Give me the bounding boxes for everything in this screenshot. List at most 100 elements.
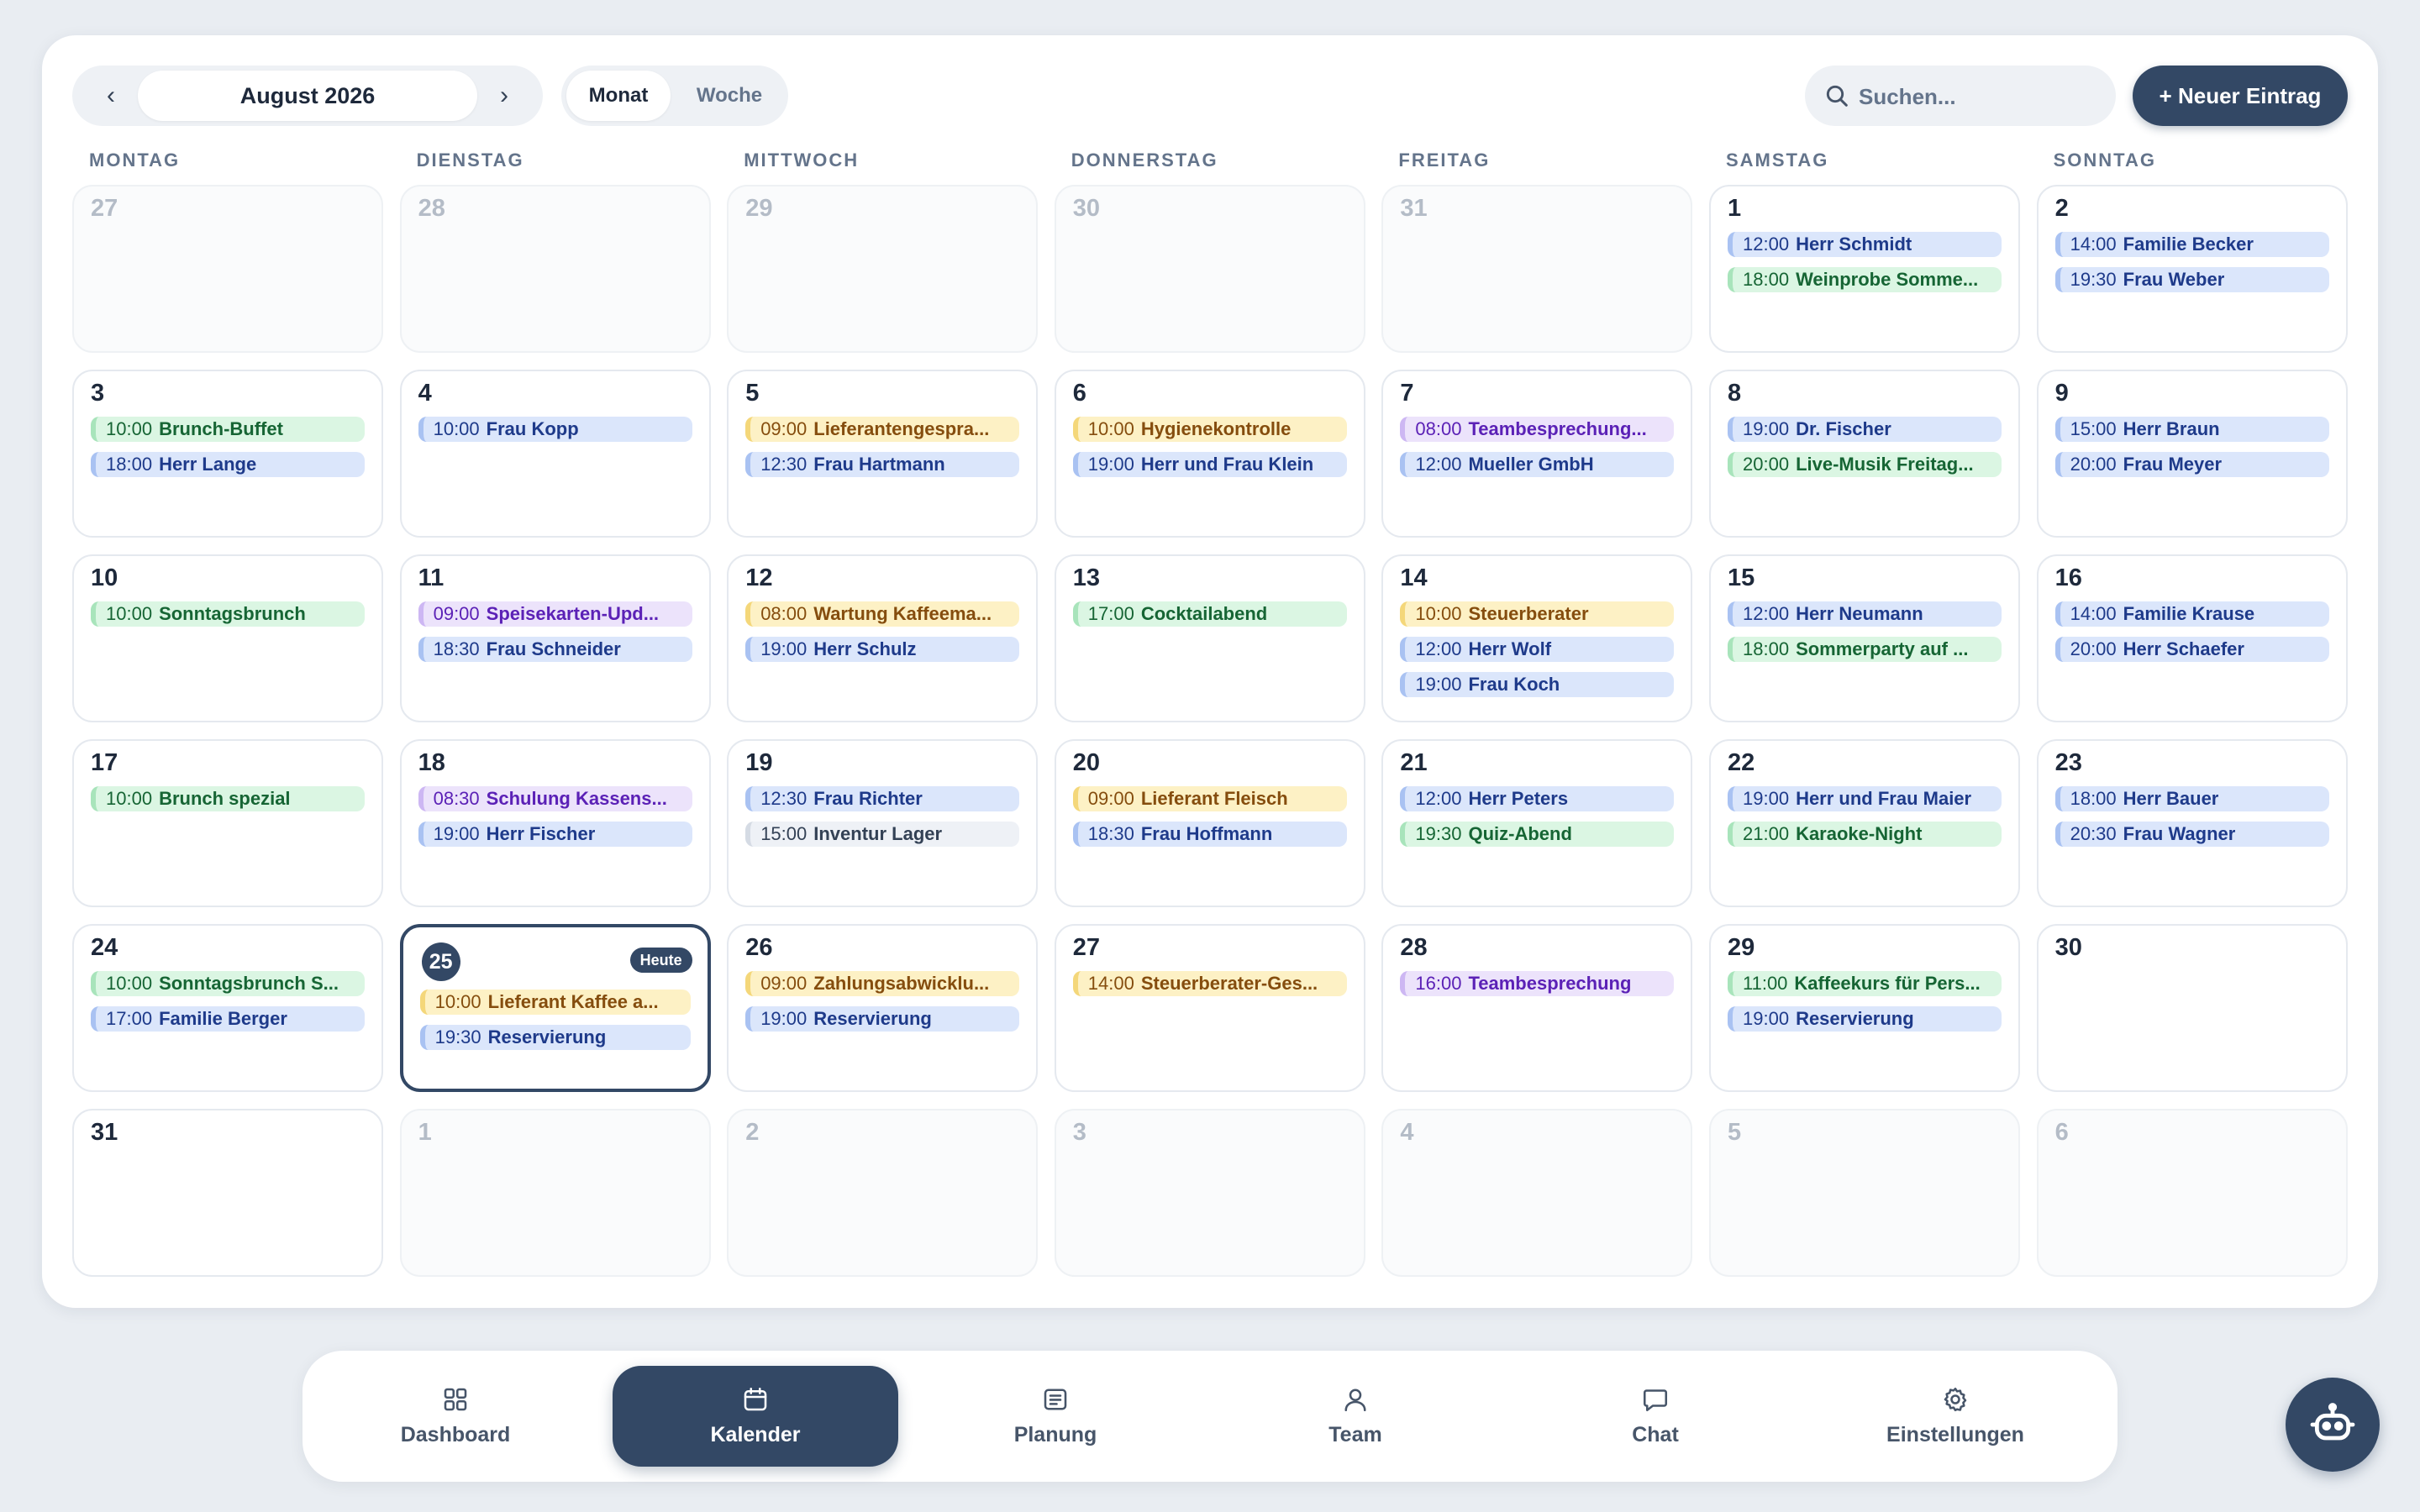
search-input[interactable] <box>1857 66 2104 128</box>
calendar-event[interactable]: 18:00 Herr Lange <box>91 452 365 477</box>
calendar-event[interactable]: 19:00 Dr. Fischer <box>1728 417 2002 442</box>
day-cell[interactable]: 31 <box>72 1109 383 1277</box>
calendar-event[interactable]: 18:30 Frau Schneider <box>418 637 692 662</box>
day-cell[interactable]: 9 15:00 Herr Braun 20:00 Frau Meyer <box>2036 370 2348 538</box>
day-cell[interactable]: 4 10:00 Frau Kopp <box>399 370 711 538</box>
day-cell[interactable]: 21 12:00 Herr Peters 19:30 Quiz-Abend <box>1381 739 1693 907</box>
calendar-event[interactable]: 18:00 Herr Bauer <box>2054 786 2329 811</box>
nav-item-team[interactable]: Team <box>1213 1366 1498 1467</box>
calendar-event[interactable]: 20:00 Herr Schaefer <box>2054 637 2329 662</box>
day-cell[interactable]: 19 12:30 Frau Richter 15:00 Inventur Lager <box>727 739 1039 907</box>
calendar-event[interactable]: 18:00 Weinprobe Somme... <box>1728 267 2002 292</box>
day-cell[interactable]: 6 <box>2036 1109 2348 1277</box>
calendar-event[interactable]: 10:00 Sonntagsbrunch <box>91 601 365 627</box>
view-month-button[interactable]: Monat <box>566 71 671 121</box>
calendar-event[interactable]: 17:00 Familie Berger <box>91 1006 365 1032</box>
calendar-event[interactable]: 09:00 Lieferantengespra... <box>745 417 1020 442</box>
calendar-event[interactable]: 19:30 Quiz-Abend <box>1400 822 1675 847</box>
calendar-event[interactable]: 14:00 Familie Becker <box>2054 232 2329 257</box>
calendar-event[interactable]: 09:00 Lieferant Fleisch <box>1072 786 1347 811</box>
calendar-event[interactable]: 12:00 Herr Neumann <box>1728 601 2002 627</box>
day-cell[interactable]: 7 08:00 Teambesprechung... 12:00 Mueller Gmb… <box>1381 370 1693 538</box>
calendar-event[interactable]: 19:30 Reservierung <box>419 1025 691 1050</box>
day-cell-today[interactable]: 25 Heute 10:00 Lieferant Kaffee a... 19:30 Re… <box>399 924 711 1092</box>
day-cell[interactable]: 2 14:00 Familie Becker 19:30 Frau Weber <box>2036 185 2348 353</box>
nav-item-kalender[interactable]: Kalender <box>613 1366 898 1467</box>
calendar-event[interactable]: 19:00 Herr Fischer <box>418 822 692 847</box>
day-cell[interactable]: 8 19:00 Dr. Fischer 20:00 Live-Musik Freitag… <box>1709 370 2020 538</box>
day-cell[interactable]: 30 <box>2036 924 2348 1092</box>
current-month-label[interactable]: August 2026 <box>138 71 477 121</box>
calendar-event[interactable]: 19:00 Herr Schulz <box>745 637 1020 662</box>
calendar-event[interactable]: 15:00 Inventur Lager <box>745 822 1020 847</box>
calendar-event[interactable]: 19:00 Reservierung <box>1728 1006 2002 1032</box>
nav-item-einstellungen[interactable]: Einstellungen <box>1812 1366 2098 1467</box>
calendar-event[interactable]: 18:30 Frau Hoffmann <box>1072 822 1347 847</box>
day-cell[interactable]: 14 10:00 Steuerberater 12:00 Herr Wolf 19:00 F… <box>1381 554 1693 722</box>
calendar-event[interactable]: 12:00 Herr Peters <box>1400 786 1675 811</box>
day-cell[interactable]: 15 12:00 Herr Neumann 18:00 Sommerparty auf … <box>1709 554 2020 722</box>
calendar-event[interactable]: 10:00 Hygienekontrolle <box>1072 417 1347 442</box>
day-cell[interactable]: 17 10:00 Brunch spezial <box>72 739 383 907</box>
calendar-event[interactable]: 12:00 Herr Wolf <box>1400 637 1675 662</box>
calendar-event[interactable]: 08:00 Teambesprechung... <box>1400 417 1675 442</box>
calendar-event[interactable]: 10:00 Steuerberater <box>1400 601 1675 627</box>
day-cell[interactable]: 6 10:00 Hygienekontrolle 19:00 Herr und Frau… <box>1054 370 1365 538</box>
new-entry-button[interactable]: + Neuer Eintrag <box>2133 66 2348 126</box>
day-cell[interactable]: 1 12:00 Herr Schmidt 18:00 Weinprobe Somme..… <box>1709 185 2020 353</box>
calendar-event[interactable]: 19:00 Herr und Frau Klein <box>1072 452 1347 477</box>
calendar-event[interactable]: 12:00 Herr Schmidt <box>1728 232 2002 257</box>
calendar-event[interactable]: 10:00 Frau Kopp <box>418 417 692 442</box>
day-cell[interactable]: 22 19:00 Herr und Frau Maier 21:00 Karaoke-N… <box>1709 739 2020 907</box>
calendar-event[interactable]: 10:00 Lieferant Kaffee a... <box>419 990 691 1015</box>
day-cell[interactable]: 30 <box>1054 185 1365 353</box>
calendar-event[interactable]: 10:00 Sonntagsbrunch S... <box>91 971 365 996</box>
calendar-event[interactable]: 08:00 Wartung Kaffeema... <box>745 601 1020 627</box>
day-cell[interactable]: 1 <box>399 1109 711 1277</box>
calendar-event[interactable]: 14:00 Familie Krause <box>2054 601 2329 627</box>
calendar-event[interactable]: 20:00 Live-Musik Freitag... <box>1728 452 2002 477</box>
day-cell[interactable]: 28 16:00 Teambesprechung <box>1381 924 1693 1092</box>
calendar-event[interactable]: 19:30 Frau Weber <box>2054 267 2329 292</box>
day-cell[interactable]: 10 10:00 Sonntagsbrunch <box>72 554 383 722</box>
day-cell[interactable]: 4 <box>1381 1109 1693 1277</box>
day-cell[interactable]: 2 <box>727 1109 1039 1277</box>
day-cell[interactable]: 13 17:00 Cocktailabend <box>1054 554 1365 722</box>
day-cell[interactable]: 3 10:00 Brunch-Buffet 18:00 Herr Lange <box>72 370 383 538</box>
day-cell[interactable]: 11 09:00 Speisekarten-Upd... 18:30 Frau Schn… <box>399 554 711 722</box>
calendar-event[interactable]: 14:00 Steuerberater-Ges... <box>1072 971 1347 996</box>
calendar-event[interactable]: 08:30 Schulung Kassens... <box>418 786 692 811</box>
calendar-event[interactable]: 10:00 Brunch-Buffet <box>91 417 365 442</box>
day-cell[interactable]: 26 09:00 Zahlungsabwicklu... 19:00 Reservier… <box>727 924 1039 1092</box>
calendar-event[interactable]: 16:00 Teambesprechung <box>1400 971 1675 996</box>
day-cell[interactable]: 29 <box>727 185 1039 353</box>
nav-item-dashboard[interactable]: Dashboard <box>313 1366 598 1467</box>
calendar-event[interactable]: 21:00 Karaoke-Night <box>1728 822 2002 847</box>
calendar-event[interactable]: 09:00 Zahlungsabwicklu... <box>745 971 1020 996</box>
day-cell[interactable]: 20 09:00 Lieferant Fleisch 18:30 Frau Hoffma… <box>1054 739 1365 907</box>
next-month-button[interactable]: › <box>474 66 534 126</box>
day-cell[interactable]: 27 <box>72 185 383 353</box>
day-cell[interactable]: 31 <box>1381 185 1693 353</box>
calendar-event[interactable]: 18:00 Sommerparty auf ... <box>1728 637 2002 662</box>
nav-item-chat[interactable]: Chat <box>1512 1366 1798 1467</box>
calendar-event[interactable]: 12:30 Frau Hartmann <box>745 452 1020 477</box>
assistant-button[interactable] <box>2286 1378 2380 1472</box>
day-cell[interactable]: 16 14:00 Familie Krause 20:00 Herr Schaefer <box>2036 554 2348 722</box>
calendar-event[interactable]: 12:00 Mueller GmbH <box>1400 452 1675 477</box>
day-cell[interactable]: 24 10:00 Sonntagsbrunch S... 17:00 Familie B… <box>72 924 383 1092</box>
calendar-event[interactable]: 20:00 Frau Meyer <box>2054 452 2329 477</box>
nav-item-planung[interactable]: Planung <box>913 1366 1198 1467</box>
day-cell[interactable]: 27 14:00 Steuerberater-Ges... <box>1054 924 1365 1092</box>
previous-month-button[interactable]: ‹ <box>81 66 141 126</box>
calendar-event[interactable]: 10:00 Brunch spezial <box>91 786 365 811</box>
calendar-event[interactable]: 19:00 Frau Koch <box>1400 672 1675 697</box>
calendar-event[interactable]: 19:00 Reservierung <box>745 1006 1020 1032</box>
day-cell[interactable]: 18 08:30 Schulung Kassens... 19:00 Herr Fisc… <box>399 739 711 907</box>
day-cell[interactable]: 28 <box>399 185 711 353</box>
calendar-event[interactable]: 09:00 Speisekarten-Upd... <box>418 601 692 627</box>
calendar-event[interactable]: 20:30 Frau Wagner <box>2054 822 2329 847</box>
day-cell[interactable]: 5 <box>1709 1109 2020 1277</box>
day-cell[interactable]: 29 11:00 Kaffeekurs für Pers... 19:00 Reserv… <box>1709 924 2020 1092</box>
view-week-button[interactable]: Woche <box>676 71 783 121</box>
